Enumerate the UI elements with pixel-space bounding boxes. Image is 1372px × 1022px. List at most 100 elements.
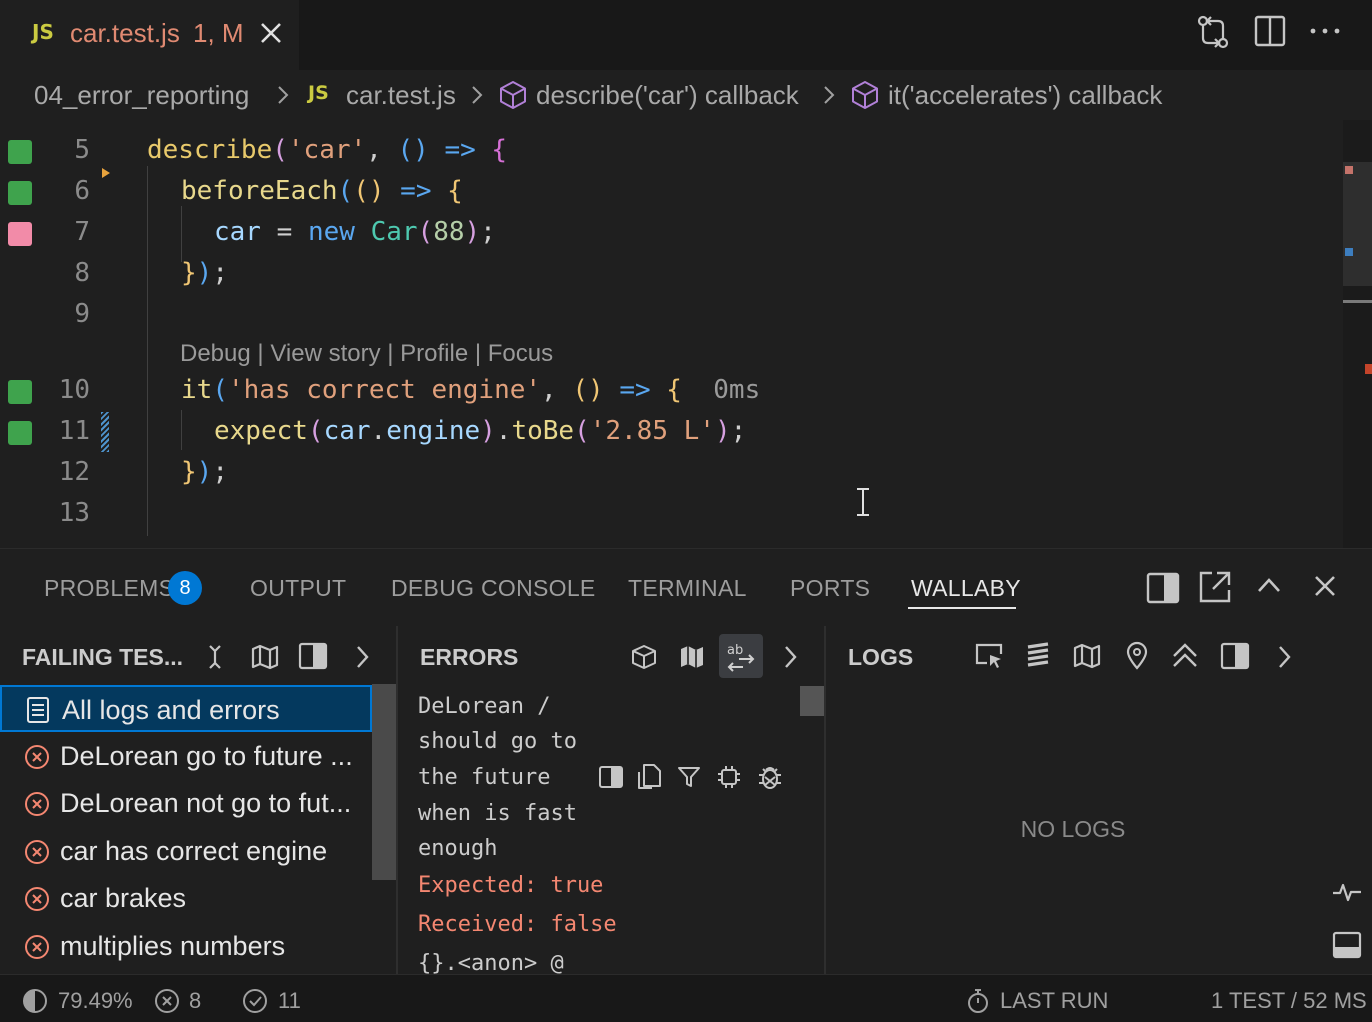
chevron-right-icon bbox=[468, 82, 486, 108]
codelens-focus[interactable]: Focus bbox=[488, 340, 553, 367]
fold-arrow-icon[interactable] bbox=[100, 166, 112, 180]
location-pin-icon[interactable] bbox=[1124, 641, 1150, 671]
close-panel-icon[interactable] bbox=[1310, 571, 1340, 601]
tab-wallaby[interactable]: WALLABY bbox=[911, 575, 1021, 602]
list-item-failing-test[interactable]: car brakes bbox=[0, 875, 372, 922]
codelens-actions: Debug | View story | Profile | Focus bbox=[180, 340, 553, 368]
failing-tests-title: FAILING TES... bbox=[22, 644, 184, 670]
error-test-name-line: should go to bbox=[418, 729, 577, 754]
scrollbar-thumb[interactable] bbox=[372, 684, 396, 880]
cube-icon[interactable] bbox=[630, 642, 658, 672]
toggle-sidebar-icon[interactable] bbox=[598, 764, 624, 790]
svg-text:ab: ab bbox=[727, 643, 743, 658]
scrollbar-thumb[interactable] bbox=[1343, 162, 1372, 286]
editor-tab-car-test[interactable]: JS car.test.js 1, M bbox=[0, 0, 299, 70]
collapse-all-icon[interactable] bbox=[1170, 641, 1200, 671]
code-editor[interactable]: 5 describe('car', () => { 6 beforeEach((… bbox=[0, 120, 1372, 548]
codelens-debug[interactable]: Debug bbox=[180, 340, 251, 367]
debug-bug-icon[interactable] bbox=[756, 763, 784, 791]
indent-guide bbox=[147, 166, 148, 536]
symbol-method-icon bbox=[498, 79, 528, 111]
panel-tab-bar: PROBLEMS 8 OUTPUT DEBUG CONSOLE TERMINAL… bbox=[0, 548, 1372, 627]
modified-line-marker bbox=[101, 412, 109, 452]
line-number: 10 bbox=[58, 375, 90, 405]
error-expected: Expected: true bbox=[418, 873, 604, 898]
empty-logs-message: NO LOGS bbox=[1020, 816, 1126, 842]
indent-guide bbox=[181, 410, 182, 450]
breadcrumb: 04_error_reporting JS car.test.js descri… bbox=[0, 70, 1372, 120]
line-number: 5 bbox=[74, 135, 90, 165]
error-circle-icon bbox=[24, 934, 50, 960]
codelens-separator: | bbox=[468, 340, 488, 367]
pulse-activity-icon[interactable] bbox=[1332, 880, 1362, 904]
breadcrumb-it-accelerates[interactable]: it('accelerates') callback bbox=[888, 80, 1162, 111]
errors-title: ERRORS bbox=[420, 644, 519, 670]
last-run-label[interactable]: LAST RUN bbox=[1000, 988, 1108, 1014]
list-item-label: car brakes bbox=[60, 883, 187, 913]
filter-icon[interactable] bbox=[676, 764, 702, 790]
list-item-label: car has correct engine bbox=[60, 836, 328, 866]
status-bar: 79.49% 8 11 LAST RUN 1 TEST / 52 MS bbox=[0, 974, 1372, 1022]
editor-scrollbar[interactable] bbox=[1343, 120, 1372, 548]
stack-icon[interactable] bbox=[1024, 641, 1052, 671]
chevron-right-icon bbox=[820, 82, 838, 108]
list-item-all-logs[interactable]: All logs and errors bbox=[0, 685, 372, 732]
tab-terminal[interactable]: TERMINAL bbox=[628, 575, 747, 602]
map-icon[interactable] bbox=[1072, 641, 1102, 671]
copy-icon[interactable] bbox=[636, 762, 664, 790]
passed-test-count[interactable]: 11 bbox=[278, 988, 301, 1014]
more-actions-icon[interactable] bbox=[1308, 14, 1342, 48]
failed-test-count[interactable]: 8 bbox=[189, 988, 201, 1014]
toggle-sidebar-icon[interactable] bbox=[1220, 641, 1250, 671]
chevron-right-icon[interactable] bbox=[1272, 642, 1298, 672]
split-editor-icon[interactable] bbox=[1254, 14, 1286, 48]
error-test-name-line: the future bbox=[418, 765, 551, 790]
maximize-panel-icon[interactable] bbox=[1254, 571, 1284, 601]
map-icon[interactable] bbox=[678, 642, 706, 672]
active-tab-indicator bbox=[908, 607, 1016, 609]
chevron-right-icon[interactable] bbox=[350, 642, 376, 672]
list-item-failing-test[interactable]: DeLorean go to future ... bbox=[0, 733, 372, 780]
toggle-sidebar-icon[interactable] bbox=[298, 641, 328, 671]
error-circle-icon bbox=[24, 839, 50, 865]
logs-view: LOGS NO LOGS bbox=[826, 626, 1322, 974]
error-received: Received: false bbox=[418, 912, 617, 937]
error-stack-trace[interactable]: {}.<anon> @ bbox=[418, 951, 564, 974]
inspect-icon[interactable] bbox=[974, 641, 1004, 671]
javascript-file-icon: JS bbox=[32, 20, 54, 44]
tab-problems[interactable]: PROBLEMS bbox=[44, 575, 174, 602]
error-test-name-line: enough bbox=[418, 836, 498, 861]
open-in-new-window-icon[interactable] bbox=[1198, 570, 1232, 604]
code-line-11: expect(car.engine).toBe('2.85 L'); bbox=[214, 416, 747, 446]
toggle-secondary-sidebar-icon[interactable] bbox=[1146, 571, 1180, 605]
list-item-label: All logs and errors bbox=[62, 695, 280, 725]
breadcrumb-folder[interactable]: 04_error_reporting bbox=[34, 80, 249, 111]
codelens-profile[interactable]: Profile bbox=[400, 340, 468, 367]
indent-guide bbox=[181, 206, 182, 262]
collapse-expand-icon[interactable] bbox=[202, 642, 228, 672]
overview-error-marker bbox=[1365, 364, 1372, 374]
check-circle-icon bbox=[242, 988, 268, 1014]
map-icon[interactable] bbox=[250, 642, 280, 672]
compare-changes-icon[interactable] bbox=[1196, 14, 1230, 50]
list-item-failing-test[interactable]: DeLorean not go to fut... bbox=[0, 780, 372, 827]
coverage-percentage[interactable]: 79.49% bbox=[58, 988, 133, 1014]
tab-ports[interactable]: PORTS bbox=[790, 575, 870, 602]
list-item-failing-test[interactable]: multiplies numbers bbox=[0, 923, 372, 970]
chip-icon[interactable] bbox=[716, 764, 742, 790]
tab-debug-console[interactable]: DEBUG CONSOLE bbox=[391, 575, 596, 602]
tab-filename: car.test.js bbox=[70, 18, 180, 48]
toggle-panel-icon[interactable] bbox=[1332, 930, 1362, 960]
toggle-word-wrap-button[interactable]: ab bbox=[719, 634, 763, 678]
line-number: 8 bbox=[74, 258, 90, 288]
breadcrumb-describe-car[interactable]: describe('car') callback bbox=[536, 80, 799, 111]
scrollbar-thumb[interactable] bbox=[800, 686, 824, 716]
breadcrumb-file[interactable]: car.test.js bbox=[346, 80, 456, 111]
tab-output[interactable]: OUTPUT bbox=[250, 575, 346, 602]
close-icon[interactable] bbox=[256, 18, 286, 48]
list-item-failing-test[interactable]: car has correct engine bbox=[0, 828, 372, 875]
overview-cursor-marker bbox=[1343, 300, 1372, 303]
chevron-right-icon[interactable] bbox=[778, 642, 804, 672]
codelens-view-story[interactable]: View story bbox=[270, 340, 380, 367]
code-line-5: describe('car', () => { bbox=[147, 135, 508, 165]
